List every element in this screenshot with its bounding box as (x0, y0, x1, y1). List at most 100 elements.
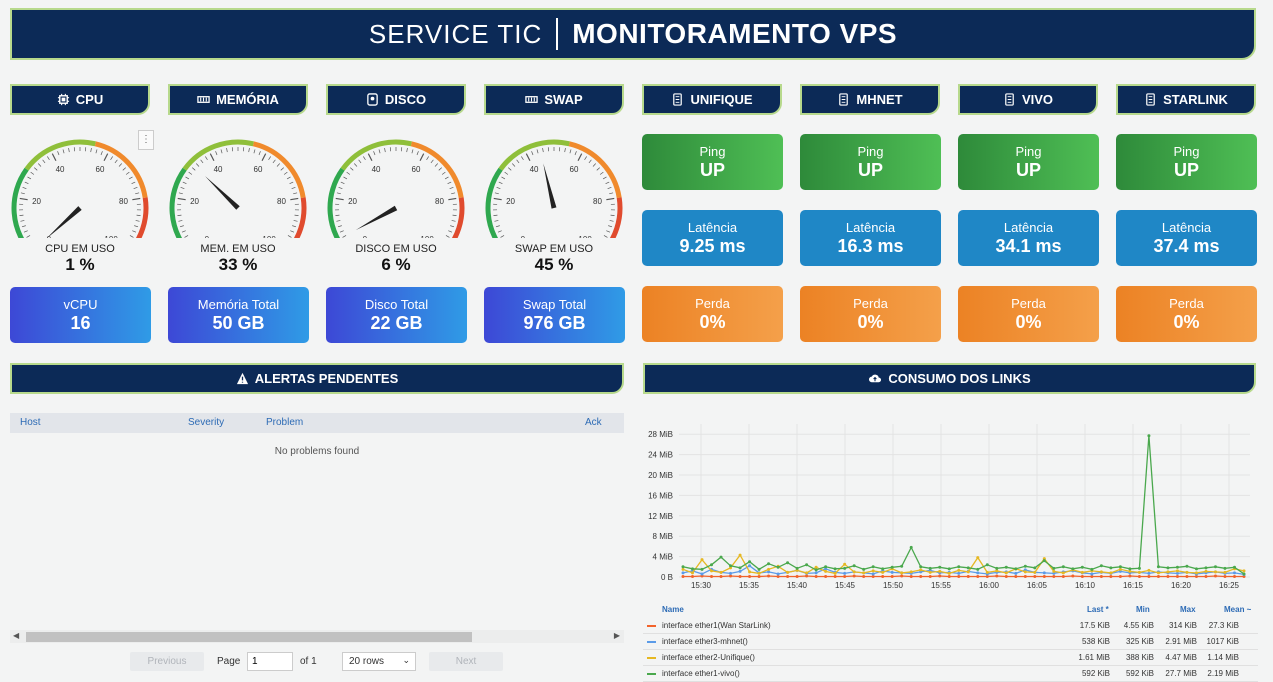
column-severity[interactable]: Severity (188, 417, 224, 428)
gauge-needle (204, 175, 240, 210)
gauge-tick-label: 40 (530, 165, 539, 174)
legend-row[interactable]: interface ether2-Unifique() 1.61 MiB 388 K… (643, 650, 1258, 666)
gauge-needle (355, 205, 398, 231)
x-tick-label: 15:45 (835, 581, 856, 590)
scrollbar-thumb[interactable] (26, 632, 472, 642)
series-point (738, 566, 742, 570)
series-point (1033, 566, 1037, 570)
card-value: 0% (699, 311, 726, 332)
rows-per-page-select[interactable]: 20 rows ⌄ (342, 652, 416, 671)
series-point (919, 574, 923, 578)
series-point (1185, 564, 1189, 568)
ping-card: Ping UP (1116, 134, 1257, 190)
series-point (681, 574, 685, 578)
series-point (719, 574, 723, 578)
series-point (938, 565, 942, 569)
section-mhnet-label: MHNET (856, 92, 903, 107)
series-point (890, 565, 894, 569)
gauge-tick-label: 100 (420, 235, 434, 238)
series-point (881, 570, 885, 574)
series-point (1185, 574, 1189, 578)
previous-page-button[interactable]: Previous (130, 652, 204, 671)
series-point (919, 568, 923, 572)
page-header: SERVICE TIC MONITORAMENTO VPS (10, 8, 1256, 60)
series-point (1014, 574, 1018, 578)
gauge-0: 020406080100CPU EM USO1 % (6, 128, 154, 275)
series-point (957, 574, 961, 578)
header-divider (556, 18, 559, 50)
series-point (852, 564, 856, 568)
page-number-input[interactable] (247, 652, 293, 671)
gauge-tick-label: 100 (104, 235, 118, 238)
series-point (1194, 571, 1198, 575)
series-point (1023, 574, 1027, 578)
legend-col-name[interactable]: Name (662, 605, 684, 614)
alerts-table-header: Host Severity Problem Ack (10, 413, 624, 433)
series-point (947, 567, 951, 571)
series-point (976, 571, 980, 575)
legend-row[interactable]: interface ether1-vivo() 592 KiB 592 KiB 27.… (643, 666, 1258, 682)
latency-card: Latência 37.4 ms (1116, 210, 1257, 266)
scroll-left-icon[interactable]: ◀ (13, 631, 19, 640)
series-point (691, 571, 695, 575)
legend-last: 1.61 MiB (1078, 653, 1110, 662)
card-value: UP (699, 159, 725, 180)
legend-row[interactable]: interface ether3-mhnet() 538 KiB 325 KiB 2.… (643, 634, 1258, 650)
legend-mean: 27.3 KiB (1208, 621, 1239, 630)
scroll-right-icon[interactable]: ▶ (614, 631, 620, 640)
gauge-dial: 0 20 40 60 80 100 (169, 139, 307, 257)
card-value: 0% (1173, 311, 1200, 332)
panel-menu-button[interactable]: ⋮ (138, 130, 154, 150)
legend-table: interface ether1(Wan StarLink) 17.5 KiB 4.… (643, 618, 1258, 682)
series-point (947, 574, 951, 578)
series-point (843, 566, 847, 570)
gauge-3: 0 20 40 60 80 100 SWAP EM USO45 % (480, 128, 628, 275)
series-point (909, 570, 913, 574)
gauge-tick-label: 40 (372, 165, 381, 174)
card-value: 22 GB (370, 312, 423, 333)
horizontal-scrollbar[interactable]: ◀ ▶ (10, 630, 624, 643)
card-label: Ping (1173, 143, 1200, 159)
section-disk: DISCO (326, 84, 466, 115)
x-tick-label: 16:20 (1171, 581, 1192, 590)
series-point (824, 574, 828, 578)
section-unifique-label: UNIFIQUE (690, 92, 753, 107)
series-point (909, 545, 913, 549)
gauge-label: MEM. EM USO (200, 243, 276, 255)
series-point (900, 564, 904, 568)
series-point (843, 562, 847, 566)
series-point (824, 565, 828, 569)
legend-col-min[interactable]: Min (1136, 605, 1150, 614)
series-point (843, 574, 847, 578)
series-point (776, 572, 780, 576)
card-label: Memória Total (197, 296, 280, 312)
legend-max: 314 KiB (1168, 621, 1197, 630)
column-ack[interactable]: Ack (585, 417, 602, 428)
empty-state-text: No problems found (274, 446, 360, 457)
gauge-needle (45, 206, 82, 239)
series-point (1042, 571, 1046, 575)
series-point (1128, 567, 1132, 571)
series-line-3 (682, 435, 1245, 575)
memory-icon (197, 96, 210, 103)
series-point (1185, 570, 1189, 574)
series-point (719, 570, 723, 574)
column-problem[interactable]: Problem (266, 417, 303, 428)
series-point (985, 563, 989, 567)
section-alerts-label: ALERTAS PENDENTES (254, 371, 399, 386)
section-starlink: STARLINK (1116, 84, 1256, 115)
y-tick-label: 20 MiB (648, 471, 673, 480)
column-host[interactable]: Host (20, 417, 41, 428)
legend-col-mean[interactable]: Mean ~ (1224, 605, 1251, 614)
next-page-button[interactable]: Next (429, 652, 503, 671)
gauge-tick-label: 100 (262, 235, 276, 238)
legend-col-last[interactable]: Last * (1087, 605, 1109, 614)
legend-col-max[interactable]: Max (1180, 605, 1196, 614)
ping-card: Ping UP (958, 134, 1099, 190)
legend-row[interactable]: interface ether1(Wan StarLink) 17.5 KiB 4.… (643, 618, 1258, 634)
series-point (748, 574, 752, 578)
series-point (995, 574, 999, 578)
memory-icon (525, 96, 539, 103)
series-point (824, 569, 828, 573)
latency-card: Latência 16.3 ms (800, 210, 941, 266)
